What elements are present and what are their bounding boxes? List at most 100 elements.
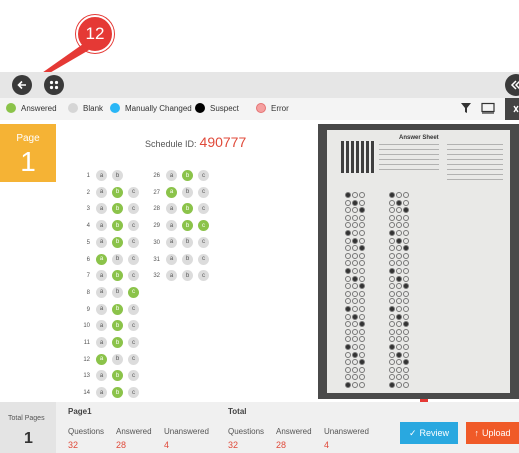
stat-value: 32 [68,440,79,450]
answer-bubble[interactable]: c [128,337,139,348]
answer-bubble[interactable]: a [96,203,107,215]
answer-bubble[interactable]: c [128,220,139,232]
sheet-title: Answer Sheet [399,135,439,141]
answer-bubble[interactable]: c [128,370,139,382]
sheet-bubble [403,222,409,229]
stat-value: 4 [324,440,330,450]
answer-bubble[interactable]: a [96,387,107,399]
answer-bubble[interactable]: c [198,270,209,282]
answer-bubble[interactable]: a [96,370,107,382]
answer-bubble[interactable]: a [96,353,107,365]
answer-bubble[interactable]: c [198,203,209,215]
answer-bubble[interactable]: a [96,286,107,298]
sheet-bubble [359,199,365,206]
answer-bubble[interactable]: c [198,236,209,248]
answer-bubble[interactable]: c [128,186,139,198]
answer-bubble[interactable]: b [112,353,123,365]
answer-bubble[interactable]: b [112,370,123,382]
answer-bubble[interactable]: a [166,220,177,232]
answer-bubble[interactable]: a [96,320,107,332]
answer-bubble[interactable]: b [182,186,193,198]
question-number: 12 [83,356,90,363]
answer-bubble[interactable]: a [96,303,107,315]
answer-bubble[interactable]: c [198,220,209,232]
sheet-bubble [396,230,402,236]
answer-bubble[interactable]: a [96,186,107,198]
answer-bubble[interactable]: c [128,270,139,282]
answer-bubble[interactable]: a [96,170,107,181]
answer-bubble[interactable]: b [112,170,123,181]
upload-button[interactable]: ↑ Upload [466,422,519,444]
sheet-bubble [352,382,358,388]
answer-bubble[interactable]: a [166,186,177,198]
answer-bubble[interactable]: c [128,320,139,332]
sheet-bubble [345,290,351,297]
close-button[interactable] [505,98,519,120]
question-number: 31 [153,256,160,263]
question-number: 7 [86,273,90,280]
answer-bubble[interactable]: b [182,220,193,232]
answer-bubble[interactable]: a [166,170,177,181]
sheet-bubble [345,359,351,366]
answer-bubble[interactable]: a [96,270,107,282]
answer-bubble[interactable]: c [128,286,139,298]
sheet-bubble [389,237,395,244]
sheet-bubble [403,374,409,381]
callout-12-label: 12 [85,24,105,43]
answer-bubble[interactable]: b [112,253,123,265]
answer-bubble[interactable]: b [182,203,193,215]
collapse-button[interactable] [505,74,519,96]
sheet-bubble [403,252,409,259]
answer-bubble[interactable]: a [96,337,107,348]
answer-bubble[interactable]: c [128,303,139,315]
answer-bubble[interactable]: b [112,203,123,215]
sheet-bubble [359,252,365,259]
answer-bubble[interactable]: b [182,253,193,265]
sheet-bubble [345,214,351,221]
answer-bubble[interactable]: c [128,353,139,365]
answer-bubble[interactable]: c [128,387,139,399]
answer-bubble[interactable]: b [112,186,123,198]
back-button[interactable] [12,75,32,95]
answer-bubble[interactable]: b [112,270,123,282]
answer-bubble[interactable]: b [112,236,123,248]
page-label: Page [16,133,40,144]
legend-suspect-label: Suspect [210,103,239,113]
answer-bubble[interactable]: c [198,253,209,265]
sheet-bubble [352,268,358,274]
sheet-bubble [389,359,395,366]
answer-bubble[interactable]: a [96,253,107,265]
answer-bubble[interactable]: a [166,203,177,215]
qr-code-icon [341,141,375,173]
review-button[interactable]: ✓ Review [400,422,458,444]
answer-bubble[interactable]: a [166,236,177,248]
answer-bubble[interactable]: a [96,236,107,248]
panel-icon[interactable] [481,102,495,114]
answer-bubble[interactable]: c [198,170,209,181]
apps-button[interactable] [44,75,64,95]
answer-bubble[interactable]: a [96,220,107,232]
sheet-bubble [345,374,351,381]
answer-bubble[interactable]: c [128,253,139,265]
answer-bubble[interactable]: c [128,236,139,248]
answer-bubble[interactable]: b [112,320,123,332]
answer-bubble[interactable]: b [182,270,193,282]
sheet-bubble [389,222,395,229]
answer-bubble[interactable]: b [112,387,123,399]
answer-bubble[interactable]: b [112,286,123,298]
answer-bubble[interactable]: b [112,337,123,348]
answer-bubble[interactable]: a [166,270,177,282]
filter-icon[interactable] [460,102,472,114]
answer-bubble[interactable] [128,170,139,181]
answer-bubble[interactable]: b [112,220,123,232]
sheet-bubble [396,306,402,312]
sheet-bubble [345,382,351,388]
answer-bubble[interactable]: b [182,236,193,248]
answer-bubble[interactable]: b [112,303,123,315]
sheet-bubble [403,199,409,206]
answer-bubble[interactable]: c [198,186,209,198]
answer-bubble[interactable]: c [128,203,139,215]
question-number: 4 [86,223,90,230]
answer-bubble[interactable]: a [166,253,177,265]
answer-bubble[interactable]: b [182,170,193,181]
